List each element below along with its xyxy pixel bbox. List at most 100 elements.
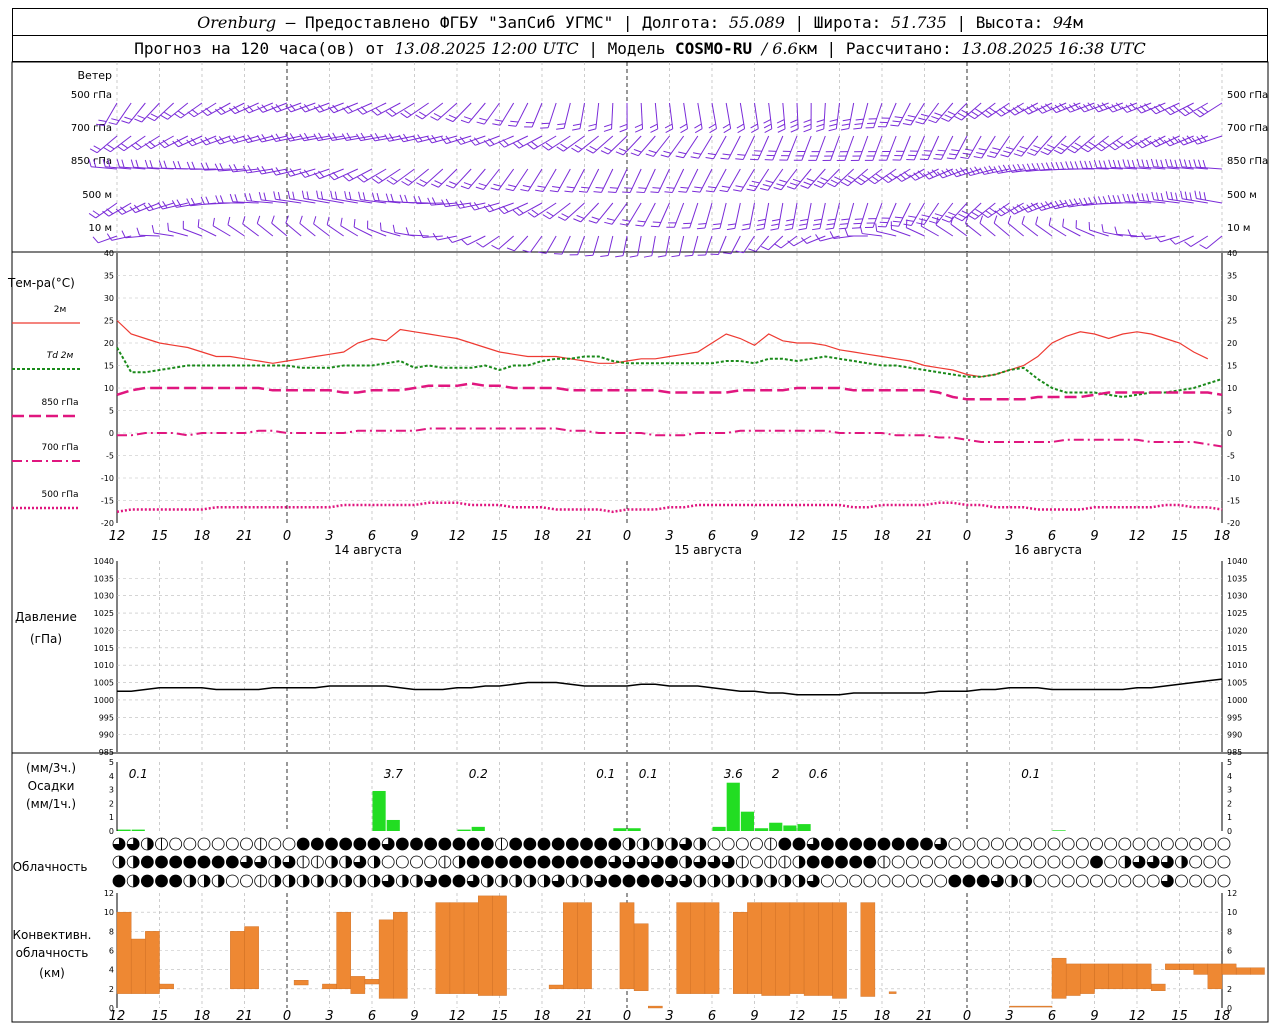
wind-barb-feather xyxy=(419,179,428,184)
wind-barb-feather xyxy=(840,128,849,131)
wind-barb-feather xyxy=(660,154,669,158)
wind-barb-feather xyxy=(918,117,927,121)
wind-barb-feather xyxy=(588,123,597,127)
cloud-fill xyxy=(509,838,522,850)
wind-barb-feather xyxy=(773,186,782,191)
temp-xtick: 15 xyxy=(491,529,508,544)
wind-barb-feather xyxy=(721,185,730,189)
wind-barb xyxy=(191,135,217,147)
wind-barb-feather xyxy=(829,119,838,122)
wind-barb-feather xyxy=(928,119,937,124)
wind-barb-feather xyxy=(215,195,219,204)
wind-barb xyxy=(754,168,770,192)
pres-ytick-left: 1020 xyxy=(94,626,114,635)
cloud-fill xyxy=(863,856,876,868)
wind-barb-feather xyxy=(988,107,996,113)
prec-bar xyxy=(117,829,131,831)
wind-barb-feather xyxy=(136,227,140,236)
wind-barb-feather xyxy=(1016,149,1025,154)
temp-xtick: 18 xyxy=(874,529,891,544)
cloud-fill xyxy=(623,875,635,887)
wind-barb xyxy=(615,168,628,193)
cloud-symbol xyxy=(1118,837,1132,851)
temp-ytick-right: 30 xyxy=(1227,294,1237,303)
wind-barb xyxy=(940,135,954,160)
cloud-fill xyxy=(141,856,154,868)
wind-barb-feather xyxy=(1199,244,1207,250)
temp-xtick: 15 xyxy=(151,529,168,544)
wind-barb-feather xyxy=(1202,159,1206,168)
wind-barb-feather xyxy=(619,123,628,128)
wind-barb-feather xyxy=(433,113,442,118)
wind-barb-feather xyxy=(591,216,600,220)
conv-xtick: 18 xyxy=(534,1009,551,1024)
wind-barb xyxy=(227,224,245,237)
cloud-fill xyxy=(359,875,366,887)
cloud-fill xyxy=(218,875,225,887)
wind-barb-feather xyxy=(385,111,393,117)
conv-xtick: 0 xyxy=(963,1009,971,1024)
cloud-symbol xyxy=(750,837,763,851)
wind-barb xyxy=(527,168,543,192)
wind-barb-feather xyxy=(890,224,899,227)
wind-barb xyxy=(580,202,600,223)
wind-barb-feather xyxy=(1088,160,1093,169)
wind-barb-feather xyxy=(419,229,424,238)
wind-barb xyxy=(123,135,146,152)
wind-barb-feather xyxy=(149,160,153,169)
wind-barb-feather xyxy=(918,218,927,222)
temp-ytick-right: 15 xyxy=(1227,362,1237,371)
wind-barb-feather xyxy=(935,153,944,156)
wind-barb-feather xyxy=(828,128,837,132)
conv-bar xyxy=(704,902,720,994)
wind-barb-feather xyxy=(928,220,937,224)
wind-barb xyxy=(233,135,259,144)
wind-barb-feather xyxy=(813,218,822,222)
wind-barb-feather xyxy=(751,180,760,184)
wind-barb xyxy=(622,235,628,256)
conv-xtick: 6 xyxy=(1048,1009,1056,1024)
cloud-fill xyxy=(821,838,834,850)
wind-barb-feather xyxy=(1108,144,1116,151)
wind-level-left: 850 гПа xyxy=(71,156,112,167)
wind-barb-feather xyxy=(1048,217,1052,226)
wind-barb-feather xyxy=(445,184,454,189)
wind-barb-feather xyxy=(760,187,769,191)
conv-bar xyxy=(818,902,833,996)
wind-barb xyxy=(529,235,543,253)
wind-barb-feather xyxy=(955,168,962,176)
wind-barb xyxy=(438,168,458,188)
wind-barb-feather xyxy=(834,176,842,181)
wind-barb-feather xyxy=(93,145,101,151)
conv-ytick-right: 6 xyxy=(1227,947,1232,956)
wind-barb-feather xyxy=(1012,107,1020,114)
wind-barb-feather xyxy=(841,218,850,221)
wind-barb-feather xyxy=(557,123,566,126)
wind-barb-feather xyxy=(692,190,701,193)
wind-barb xyxy=(545,235,557,254)
temp-ytick-right: 0 xyxy=(1227,429,1232,438)
wind-barb-feather xyxy=(934,112,943,117)
prec-3h-label: 0.6 xyxy=(809,767,828,781)
cloud-symbol xyxy=(1019,855,1033,869)
cloud-fill xyxy=(657,838,664,850)
wind-barb-feather xyxy=(385,193,390,202)
temp-xtick: 3 xyxy=(1005,529,1013,544)
wind-barb-feather xyxy=(1169,238,1176,245)
conv-bar xyxy=(1122,963,1138,990)
wind-barb-feather xyxy=(798,228,807,231)
wind-barb-feather xyxy=(1165,191,1169,200)
wind-barb-feather xyxy=(889,172,897,179)
wind-barb-feather xyxy=(951,149,960,152)
temp-xtick: 12 xyxy=(789,529,806,544)
wind-barb-feather xyxy=(1126,194,1131,202)
temp-legend-label: 2м xyxy=(54,305,67,315)
wind-barb-feather xyxy=(416,182,424,187)
wind-barb xyxy=(698,135,713,159)
wind-barb xyxy=(1206,235,1223,250)
wind-barb xyxy=(704,202,713,229)
prec-ytick-left: 0 xyxy=(109,827,114,836)
temp-ytick-right: -5 xyxy=(1227,452,1235,461)
wind-barb-feather xyxy=(946,157,955,160)
prec-bar xyxy=(1052,830,1066,831)
